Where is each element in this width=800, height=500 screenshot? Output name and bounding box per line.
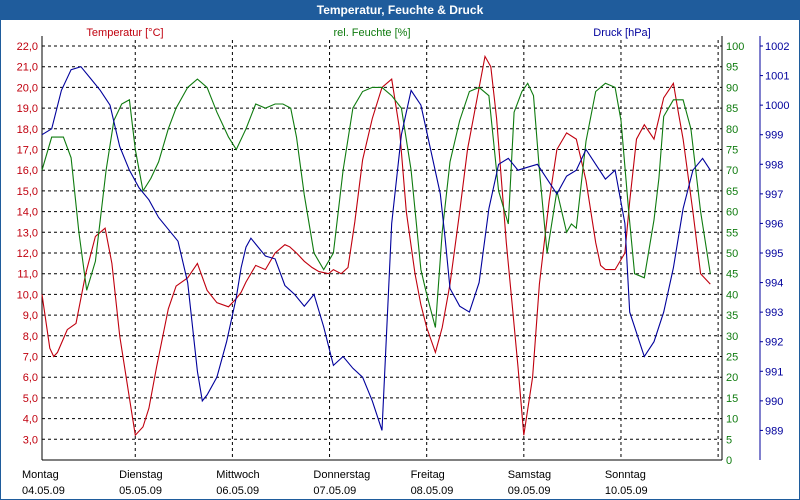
tick-label-humidity: 25: [726, 352, 738, 364]
tick-label-temperature: 14,0: [17, 207, 38, 219]
tick-label-temperature: 11,0: [17, 269, 38, 281]
tick-label-pressure: 991: [765, 366, 783, 378]
tick-label-pressure: 999: [765, 130, 783, 142]
tick-label-temperature: 16,0: [17, 165, 38, 177]
x-tick-date: 05.05.09: [119, 485, 162, 497]
tick-label-temperature: 4,0: [23, 414, 38, 426]
tick-label-pressure: 992: [765, 337, 783, 349]
tick-label-temperature: 19,0: [17, 103, 38, 115]
tick-label-temperature: 17,0: [17, 145, 38, 157]
tick-label-temperature: 3,0: [23, 434, 38, 446]
tick-label-pressure: 998: [765, 159, 783, 171]
tick-label-pressure: 1000: [765, 100, 789, 112]
tick-label-pressure: 1002: [765, 41, 789, 53]
tick-label-humidity: 10: [726, 414, 738, 426]
x-tick-date: 08.05.09: [411, 485, 454, 497]
tick-label-temperature: 9,0: [23, 310, 38, 322]
x-tick-day: Dienstag: [119, 469, 162, 481]
x-tick-day: Samstag: [508, 469, 551, 481]
series-line-temperature: [41, 54, 711, 437]
tick-label-humidity: 55: [726, 227, 738, 239]
x-tick-day: Sonntag: [605, 469, 646, 481]
tick-label-temperature: 12,0: [17, 248, 38, 260]
tick-label-humidity: 15: [726, 393, 738, 405]
tick-label-humidity: 40: [726, 289, 738, 301]
tick-label-humidity: 50: [726, 248, 738, 260]
x-tick-date: 06.05.09: [216, 485, 259, 497]
axis-label-humidity: rel. Feuchte [%]: [333, 27, 410, 39]
x-tick-day: Montag: [22, 469, 59, 481]
tick-label-humidity: 20: [726, 372, 738, 384]
tick-label-temperature: 18,0: [17, 124, 38, 136]
tick-label-temperature: 6,0: [23, 372, 38, 384]
tick-label-temperature: 21,0: [17, 62, 38, 74]
tick-label-humidity: 30: [726, 331, 738, 343]
tick-label-pressure: 994: [765, 278, 783, 290]
x-tick-date: 07.05.09: [313, 485, 356, 497]
tick-label-pressure: 993: [765, 307, 783, 319]
tick-label-temperature: 5,0: [23, 393, 38, 405]
axis-label-temperature: Temperatur [°C]: [86, 27, 163, 39]
tick-label-humidity: 45: [726, 269, 738, 281]
x-tick-day: Freitag: [411, 469, 445, 481]
tick-label-pressure: 997: [765, 189, 783, 201]
tick-label-pressure: 989: [765, 425, 783, 437]
x-tick-day: Mittwoch: [216, 469, 259, 481]
tick-label-humidity: 5: [726, 434, 732, 446]
series-line-pressure: [41, 66, 711, 431]
tick-label-temperature: 15,0: [17, 186, 38, 198]
tick-label-temperature: 8,0: [23, 331, 38, 343]
tick-label-humidity: 100: [726, 41, 744, 53]
x-tick-date: 09.05.09: [508, 485, 551, 497]
tick-label-humidity: 80: [726, 124, 738, 136]
tick-label-temperature: 10,0: [17, 289, 38, 301]
tick-label-temperature: 13,0: [17, 227, 38, 239]
x-tick-date: 04.05.09: [22, 485, 65, 497]
tick-label-humidity: 85: [726, 103, 738, 115]
axis-label-pressure: Druck [hPa]: [593, 27, 650, 39]
x-tick-date: 10.05.09: [605, 485, 648, 497]
tick-label-humidity: 95: [726, 62, 738, 74]
tick-label-temperature: 20,0: [17, 82, 38, 94]
tick-label-temperature: 22,0: [17, 41, 38, 53]
tick-label-temperature: 7,0: [23, 352, 38, 364]
tick-label-humidity: 60: [726, 207, 738, 219]
tick-label-pressure: 1001: [765, 71, 789, 83]
series-line-humidity: [41, 78, 711, 328]
tick-label-pressure: 996: [765, 218, 783, 230]
tick-label-pressure: 990: [765, 396, 783, 408]
tick-label-pressure: 995: [765, 248, 783, 260]
tick-label-humidity: 35: [726, 310, 738, 322]
line-chart: 3,0 4,0 5,0 6,0 7,0 8,0 9,0 10,0 11,0 12,0 13,0 14,…: [17, 27, 790, 497]
tick-label-humidity: 75: [726, 145, 738, 157]
tick-label-humidity: 70: [726, 165, 738, 177]
tick-label-humidity: 90: [726, 82, 738, 94]
tick-label-humidity: 65: [726, 186, 738, 198]
tick-label-humidity: 0: [726, 455, 732, 467]
x-tick-day: Donnerstag: [313, 469, 370, 481]
